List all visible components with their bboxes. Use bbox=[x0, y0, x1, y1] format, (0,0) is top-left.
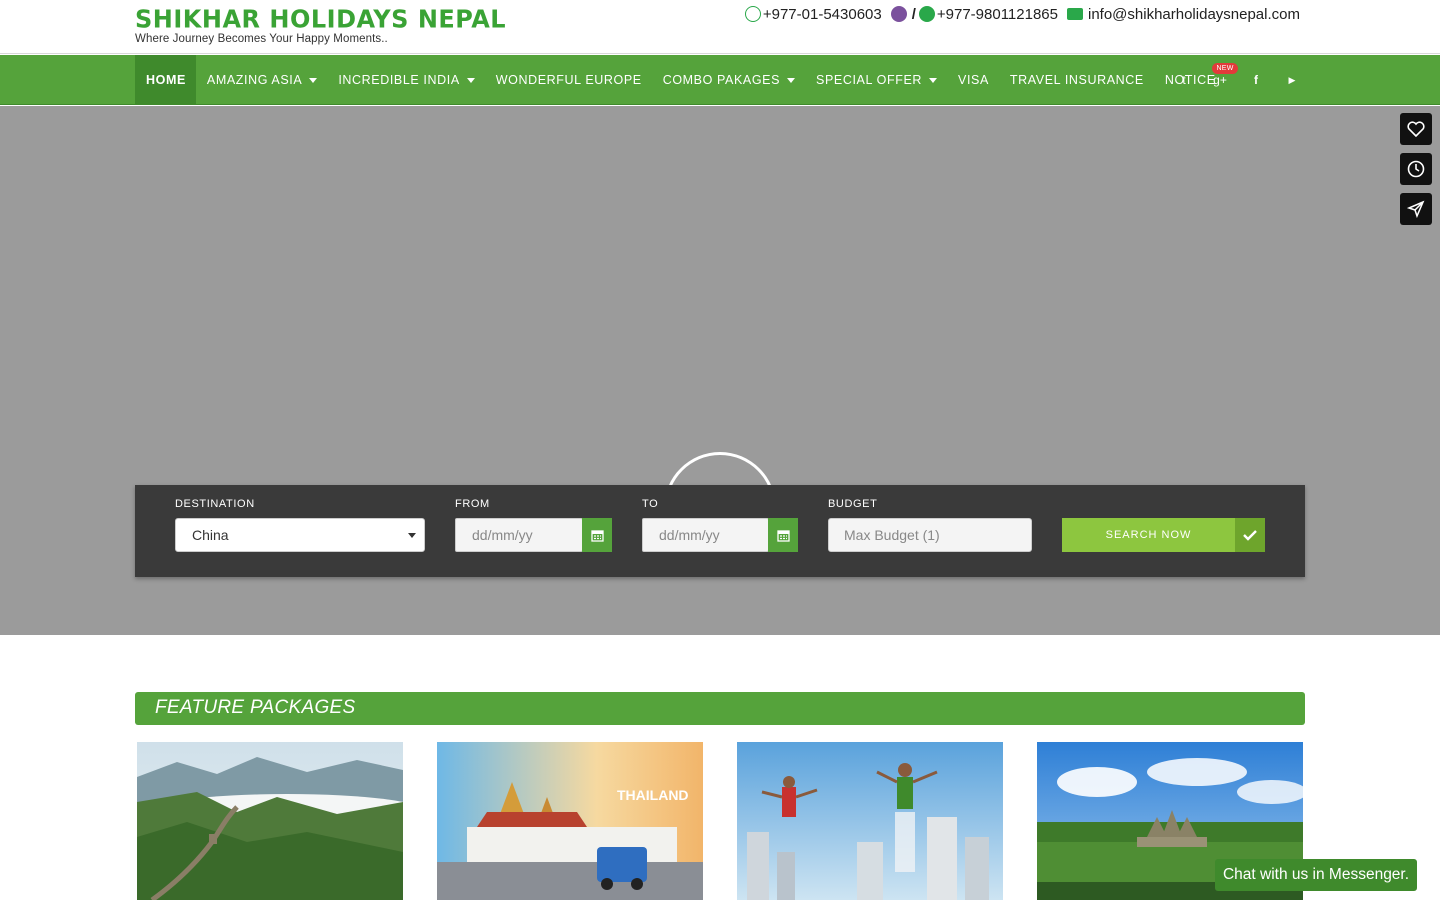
nav-item-combo-pakages[interactable]: COMBO PAKAGES bbox=[652, 55, 805, 105]
logo-tagline: Where Journey Becomes Your Happy Moments… bbox=[135, 33, 388, 45]
from-label: FROM bbox=[455, 498, 490, 510]
nav-label: INCREDIBLE INDIA bbox=[338, 73, 460, 87]
package-image: THAILAND bbox=[437, 742, 703, 900]
nav-item-special-offer[interactable]: SPECIAL OFFER bbox=[805, 55, 947, 105]
main-nav: HOME AMAZING ASIA INCREDIBLE INDIA WONDE… bbox=[0, 55, 1440, 105]
top-header: SHIKHAR HOLIDAYS NEPAL Where Journey Bec… bbox=[0, 0, 1440, 54]
landline-phone-link[interactable]: +977-01-5430603 bbox=[763, 6, 882, 23]
nav-label: COMBO PAKAGES bbox=[662, 73, 781, 87]
site-logo[interactable]: SHIKHAR HOLIDAYS NEPAL Where Journey Bec… bbox=[135, 4, 507, 45]
clock-icon bbox=[1407, 160, 1425, 178]
mobile-phone-link[interactable]: +977-9801121865 bbox=[937, 6, 1058, 23]
caret-down-icon bbox=[929, 77, 938, 83]
to-label: TO bbox=[642, 498, 659, 510]
viber-icon bbox=[890, 5, 907, 22]
from-placeholder: dd/mm/yy bbox=[472, 527, 533, 543]
search-button-label: SEARCH NOW bbox=[1105, 529, 1192, 541]
social-links: t g+ f ▶ bbox=[1176, 55, 1300, 105]
nav-item-home[interactable]: HOME bbox=[135, 55, 196, 105]
destination-label: DESTINATION bbox=[175, 498, 255, 510]
budget-input[interactable]: Max Budget (1) bbox=[828, 518, 1032, 552]
youtube-icon[interactable]: ▶ bbox=[1284, 75, 1300, 86]
facebook-icon[interactable]: f bbox=[1248, 73, 1264, 87]
to-date-input[interactable]: dd/mm/yy bbox=[642, 518, 769, 552]
package-card-dubai[interactable] bbox=[737, 742, 1003, 900]
messenger-chat-button[interactable]: Chat with us in Messenger. bbox=[1215, 859, 1417, 891]
thailand-overlay-text: THAILAND bbox=[617, 787, 689, 803]
nav-label: AMAZING ASIA bbox=[206, 73, 303, 87]
search-submit-icon-button[interactable] bbox=[1235, 518, 1265, 552]
phone-icon bbox=[744, 5, 761, 22]
nav-label: SPECIAL OFFER bbox=[816, 73, 923, 87]
calendar-icon bbox=[590, 529, 604, 542]
nav-item-travel-insurance[interactable]: TRAVEL INSURANCE bbox=[999, 55, 1154, 105]
nav-item-visa[interactable]: VISA bbox=[947, 55, 999, 105]
to-calendar-button[interactable] bbox=[768, 518, 798, 552]
budget-placeholder: Max Budget (1) bbox=[844, 527, 940, 543]
mail-icon bbox=[1066, 7, 1083, 20]
heart-icon bbox=[1407, 121, 1425, 137]
contact-info: +977-01-5430603 / +977-9801121865 info@s… bbox=[744, 5, 1300, 23]
nav-label: WONDERFUL EUROPE bbox=[495, 73, 642, 87]
caret-down-icon bbox=[787, 77, 796, 83]
nav-label: TRAVEL INSURANCE bbox=[1009, 73, 1144, 87]
nav-item-incredible-india[interactable]: INCREDIBLE INDIA bbox=[327, 55, 484, 105]
nav-menu: HOME AMAZING ASIA INCREDIBLE INDIA WONDE… bbox=[135, 55, 1238, 105]
twitter-icon[interactable]: t bbox=[1176, 73, 1192, 87]
from-calendar-button[interactable] bbox=[582, 518, 612, 552]
package-card-thailand[interactable]: THAILAND bbox=[437, 742, 703, 900]
destination-select[interactable]: China bbox=[175, 518, 425, 552]
phone-separator: / bbox=[911, 6, 916, 23]
nav-label: VISA bbox=[958, 73, 989, 87]
caret-down-icon bbox=[309, 77, 318, 83]
whatsapp-icon bbox=[918, 5, 935, 22]
messenger-label: Chat with us in Messenger. bbox=[1222, 866, 1410, 883]
package-search-form: DESTINATION China FROM dd/mm/yy TO dd/mm… bbox=[135, 485, 1305, 577]
check-icon bbox=[1243, 530, 1257, 541]
package-image bbox=[737, 742, 1003, 900]
nav-item-amazing-asia[interactable]: AMAZING ASIA bbox=[196, 55, 327, 105]
send-icon bbox=[1407, 200, 1425, 218]
to-placeholder: dd/mm/yy bbox=[659, 527, 720, 543]
destination-value: China bbox=[192, 527, 229, 543]
package-card-great-wall[interactable] bbox=[137, 742, 403, 900]
from-date-input[interactable]: dd/mm/yy bbox=[455, 518, 583, 552]
logo-title: SHIKHAR HOLIDAYS NEPAL bbox=[135, 4, 507, 34]
history-tab[interactable] bbox=[1400, 153, 1432, 185]
wishlist-tab[interactable] bbox=[1400, 113, 1432, 145]
package-image bbox=[137, 742, 403, 900]
send-tab[interactable] bbox=[1400, 193, 1432, 225]
chevron-down-icon bbox=[408, 533, 416, 538]
email-link[interactable]: info@shikharholidaysnepal.com bbox=[1088, 6, 1300, 23]
feature-packages-header: FEATURE PACKAGES bbox=[135, 692, 1305, 725]
budget-label: BUDGET bbox=[828, 498, 878, 510]
calendar-icon bbox=[776, 529, 790, 542]
nav-label: HOME bbox=[146, 73, 186, 87]
google-plus-icon[interactable]: g+ bbox=[1212, 73, 1228, 87]
search-now-button[interactable]: SEARCH NOW bbox=[1062, 518, 1235, 552]
nav-item-wonderful-europe[interactable]: WONDERFUL EUROPE bbox=[485, 55, 652, 105]
section-title: FEATURE PACKAGES bbox=[155, 697, 356, 718]
caret-down-icon bbox=[466, 77, 475, 83]
